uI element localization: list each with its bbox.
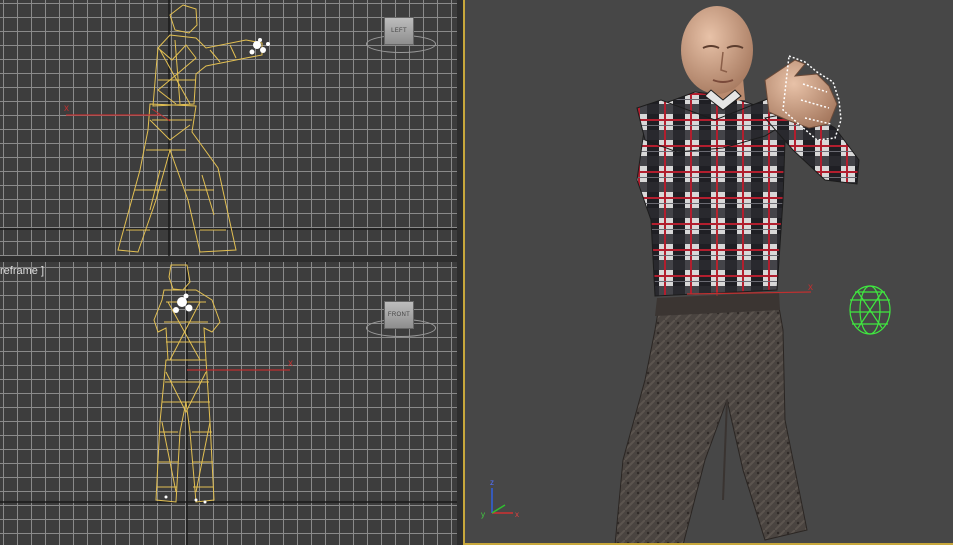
gizmo-y-label: y <box>481 510 485 519</box>
wireframe-character-side <box>117 4 263 253</box>
perspective-viewport[interactable]: x z x y <box>463 0 953 545</box>
gizmo-x-label: x <box>515 510 519 519</box>
left-axis-x-label: x <box>64 103 69 114</box>
perspective-viewport-scene: x z x y <box>481 6 891 543</box>
persp-axis-x-label: x <box>808 282 813 293</box>
viewcube-face[interactable]: LEFT <box>384 17 414 45</box>
front-viewport[interactable]: reframe ] x FRONT <box>0 262 457 545</box>
viewcube-face[interactable]: FRONT <box>384 301 414 329</box>
front-axis-x-label: x <box>288 358 293 369</box>
green-helper-object <box>849 285 891 335</box>
left-viewport[interactable]: x LEFT <box>0 0 457 256</box>
front-viewcube[interactable]: FRONT <box>366 299 438 341</box>
textured-character <box>614 6 860 543</box>
selected-hand-vertices <box>249 38 270 55</box>
left-viewcube[interactable]: LEFT <box>366 15 438 57</box>
axis-gizmo: z x y <box>481 478 519 519</box>
gizmo-z-label: z <box>490 478 494 487</box>
